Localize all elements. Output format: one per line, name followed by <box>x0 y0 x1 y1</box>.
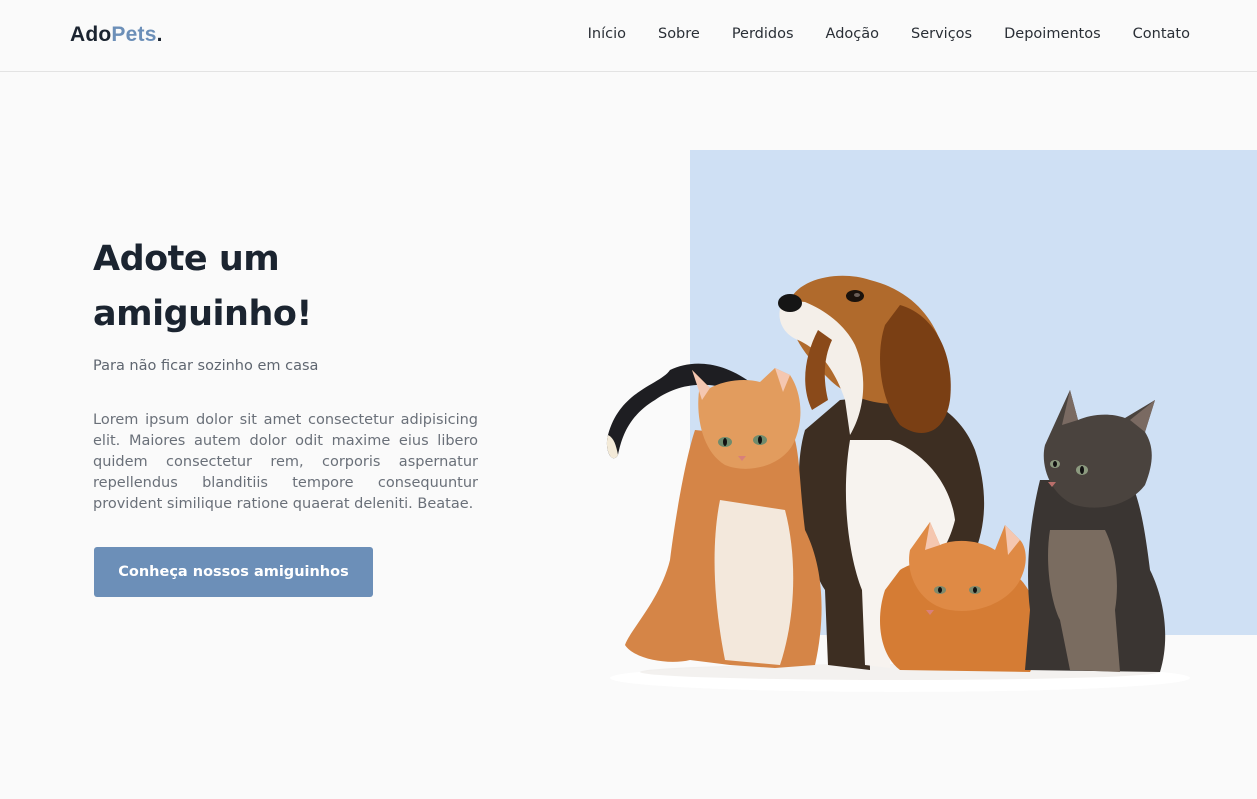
hero-subtitle: Para não ficar sozinho em casa <box>93 358 319 374</box>
hero-title: Adote um amiguinho! <box>93 239 312 334</box>
hero-description: Lorem ipsum dolor sit amet consectetur a… <box>93 412 478 512</box>
main-nav: Início Sobre Perdidos Adoção Serviços De… <box>588 26 1190 42</box>
nav-link-perdidos[interactable]: Perdidos <box>732 26 794 42</box>
logo-text-pets: Pets <box>111 23 157 46</box>
pets-image <box>606 275 1190 692</box>
logo-text-ado: Ado <box>70 23 112 46</box>
nav-link-sobre[interactable]: Sobre <box>658 26 700 42</box>
nav-link-adocao[interactable]: Adoção <box>826 26 879 42</box>
nav-link-inicio[interactable]: Início <box>588 26 626 42</box>
nav-link-depoimentos[interactable]: Depoimentos <box>1004 26 1101 42</box>
site-header: AdoPets. Início Sobre Perdidos Adoção Se… <box>0 0 1257 72</box>
meet-pets-button[interactable]: Conheça nossos amiguinhos <box>94 547 373 597</box>
nav-link-contato[interactable]: Contato <box>1133 26 1190 42</box>
logo-dot: . <box>156 23 163 46</box>
logo[interactable]: AdoPets. <box>70 23 163 47</box>
nav-link-servicos[interactable]: Serviços <box>911 26 972 42</box>
